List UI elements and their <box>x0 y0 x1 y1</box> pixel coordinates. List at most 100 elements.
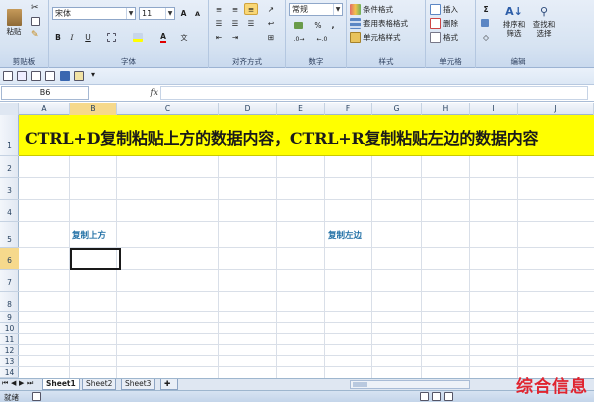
sort-filter-button[interactable]: A↓ 排序和筛选 <box>500 3 528 45</box>
row-header-14[interactable]: 14 <box>0 367 19 378</box>
horizontal-scrollbar[interactable] <box>350 380 470 389</box>
tab-sheet2[interactable]: Sheet2 <box>82 379 117 390</box>
delete-button[interactable]: 删除 <box>429 17 459 29</box>
normal-view-icon[interactable] <box>420 392 429 401</box>
align-center-button[interactable]: ☰ <box>228 17 242 29</box>
cell-styles-button[interactable]: 单元格样式 <box>349 31 402 43</box>
cell-b5[interactable]: 复制上方 <box>72 229 106 241</box>
page-break-icon[interactable] <box>444 392 453 401</box>
column-header-h[interactable]: H <box>422 103 470 115</box>
paste-button[interactable]: 粘贴 <box>3 3 25 43</box>
wrap-text-button[interactable]: ↩ <box>262 17 280 29</box>
column-header-a[interactable]: A <box>19 103 70 115</box>
merged-cell-a1[interactable]: CTRL+D复制粘贴上方的数据内容，CTRL+R复制粘贴左边的数据内容 <box>19 115 594 156</box>
name-box[interactable]: B6 <box>1 86 89 100</box>
table-view-icon[interactable] <box>3 71 13 81</box>
percent-button[interactable]: % <box>312 19 324 31</box>
merge-center-button[interactable]: ⊞ <box>262 31 280 43</box>
prev-sheet-icon[interactable]: ◀ <box>11 379 16 387</box>
row-header-8[interactable]: 8 <box>0 292 19 312</box>
align-middle-button[interactable]: ≡ <box>228 3 242 15</box>
borders-button[interactable] <box>102 31 122 44</box>
cell-f5[interactable]: 复制左边 <box>328 229 362 241</box>
tab-sheet1[interactable]: Sheet1 <box>42 379 80 390</box>
row-header-5[interactable]: 5 <box>0 222 19 248</box>
active-cell-b6[interactable] <box>70 248 121 270</box>
column-header-d[interactable]: D <box>219 103 277 115</box>
column-header-b[interactable]: B <box>70 103 117 115</box>
row-header-12[interactable]: 12 <box>0 345 19 356</box>
increase-decimal-button[interactable]: .0→ <box>289 33 309 45</box>
row-header-1[interactable]: 1 <box>0 115 19 156</box>
increase-indent-button[interactable]: ⇥ <box>228 31 242 43</box>
column-header-i[interactable]: I <box>470 103 518 115</box>
orientation-button[interactable]: ↗ <box>262 3 280 15</box>
font-color-button[interactable]: A <box>153 31 173 44</box>
conditional-format-button[interactable]: 条件格式 <box>349 3 394 15</box>
format-as-table-button[interactable]: 套用表格格式 <box>349 17 409 29</box>
paste-icon <box>6 9 22 26</box>
font-size-select[interactable]: 11 ▼ <box>139 7 175 20</box>
next-sheet-icon[interactable]: ▶ <box>19 379 24 387</box>
row-header-3[interactable]: 3 <box>0 178 19 200</box>
styles-group-label: 样式 <box>378 57 394 66</box>
row-header-7[interactable]: 7 <box>0 270 19 292</box>
column-header-j[interactable]: J <box>518 103 594 115</box>
clear-button[interactable]: ◇ <box>479 31 493 43</box>
row-header-10[interactable]: 10 <box>0 323 19 334</box>
tab-sheet3[interactable]: Sheet3 <box>121 379 156 390</box>
decrease-indent-button[interactable]: ⇤ <box>212 31 226 43</box>
save-icon[interactable] <box>60 71 70 81</box>
autosum-button[interactable]: Σ <box>479 3 493 15</box>
insert-function-button[interactable]: fx <box>96 86 158 100</box>
cut-button[interactable]: ✂ <box>30 2 44 14</box>
format-painter-button[interactable]: ✎ <box>30 29 44 41</box>
find-select-button[interactable]: ⚲ 查找和选择 <box>530 3 558 45</box>
bold-button[interactable]: B <box>52 31 64 44</box>
align-left-button[interactable]: ☰ <box>212 17 226 29</box>
insert-sheet-button[interactable]: ✚ <box>160 379 178 390</box>
select-all-button[interactable] <box>0 103 19 115</box>
italic-button[interactable]: I <box>66 31 78 44</box>
comma-button[interactable]: , <box>327 19 339 31</box>
open-icon[interactable] <box>74 71 84 81</box>
row-header-9[interactable]: 9 <box>0 312 19 323</box>
align-top-button[interactable]: ≡ <box>212 3 226 15</box>
row-header-2[interactable]: 2 <box>0 156 19 178</box>
align-bottom-button[interactable]: ≡ <box>244 3 258 15</box>
phonetic-button[interactable]: 文 <box>177 31 191 44</box>
formula-input[interactable] <box>160 86 588 100</box>
insert-button[interactable]: 插入 <box>429 3 459 15</box>
format-cells-button[interactable]: 格式 <box>429 31 459 43</box>
preview-icon[interactable] <box>31 71 41 81</box>
print-preview-icon[interactable] <box>45 71 55 81</box>
row-header-11[interactable]: 11 <box>0 334 19 345</box>
font-name-select[interactable]: 宋体 ▼ <box>52 7 136 20</box>
column-header-f[interactable]: F <box>325 103 372 115</box>
align-right-button[interactable]: ☰ <box>244 17 258 29</box>
scrollbar-thumb[interactable] <box>353 382 367 387</box>
page-layout-icon[interactable] <box>432 392 441 401</box>
currency-button[interactable] <box>289 19 309 31</box>
row-header-6[interactable]: 6 <box>0 248 19 270</box>
fill-button[interactable] <box>479 17 493 29</box>
first-sheet-icon[interactable]: ⏮ <box>2 379 8 388</box>
quick-access-toolbar: ▾ <box>0 68 594 85</box>
shrink-font-button[interactable]: A <box>191 7 204 20</box>
number-format-select[interactable]: 常规 ▼ <box>289 3 343 16</box>
column-header-e[interactable]: E <box>277 103 325 115</box>
column-header-g[interactable]: G <box>372 103 422 115</box>
qat-dropdown-icon[interactable]: ▾ <box>91 70 95 79</box>
grid-icon[interactable] <box>17 71 27 81</box>
column-header-c[interactable]: C <box>117 103 219 115</box>
underline-button[interactable]: U <box>80 31 96 44</box>
grow-font-button[interactable]: A <box>177 7 190 20</box>
copy-button[interactable] <box>30 15 44 27</box>
row-header-13[interactable]: 13 <box>0 356 19 367</box>
fill-color-button[interactable] <box>129 31 149 44</box>
insert-icon <box>430 3 441 15</box>
last-sheet-icon[interactable]: ⏭ <box>27 379 33 388</box>
decrease-decimal-button[interactable]: ←.0 <box>312 33 332 45</box>
macro-record-icon[interactable] <box>32 392 41 401</box>
row-header-4[interactable]: 4 <box>0 200 19 222</box>
